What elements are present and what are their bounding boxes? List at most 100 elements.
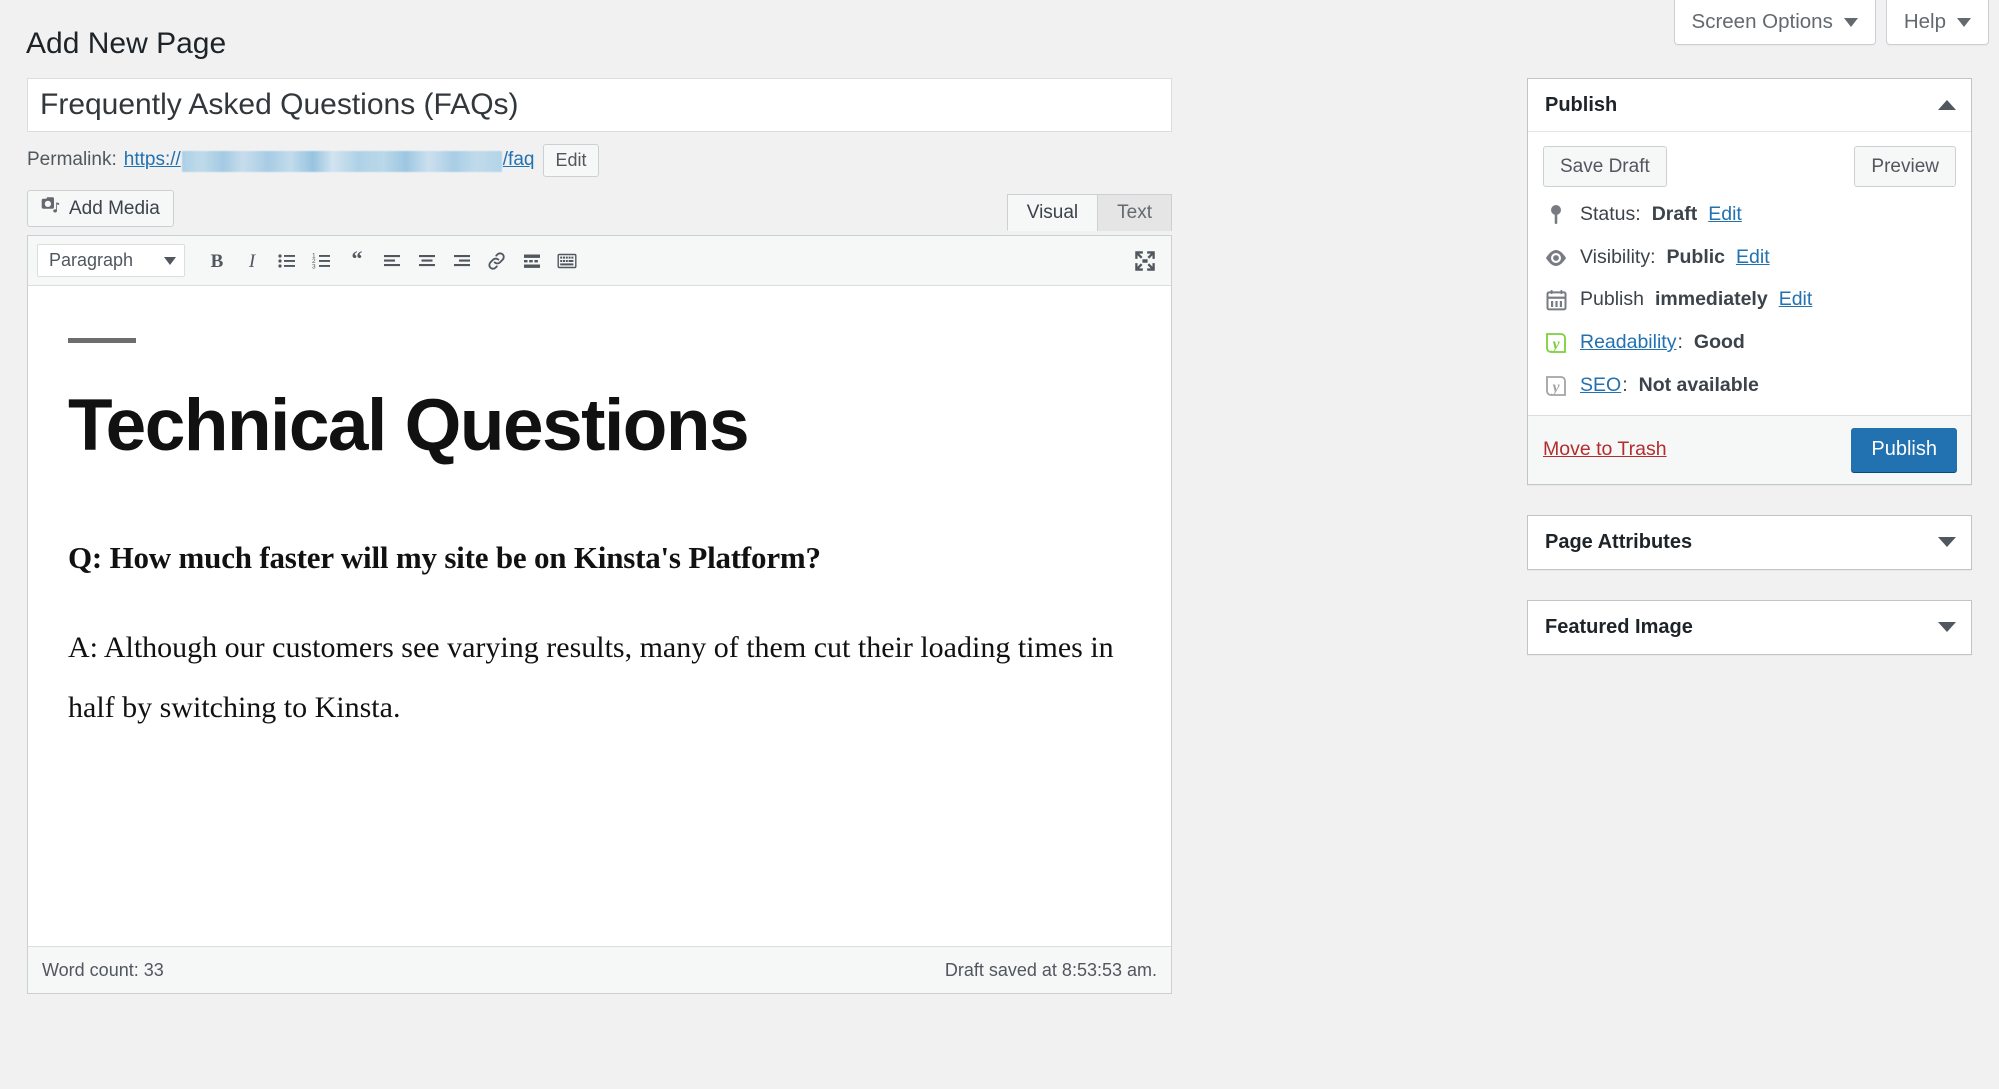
svg-text:3: 3 — [312, 263, 316, 270]
chevron-down-icon — [164, 256, 176, 265]
help-label: Help — [1903, 10, 1946, 33]
pin-icon — [1543, 203, 1569, 227]
permalink-slug: /faq — [502, 149, 535, 170]
yoast-seo-icon: y — [1543, 374, 1569, 398]
status-label: Status: — [1580, 203, 1641, 226]
keyboard-shortcuts-button[interactable] — [549, 243, 584, 278]
media-buttons-row: Add Media Visual Text — [27, 190, 1172, 231]
screen-options-label: Screen Options — [1691, 10, 1833, 33]
svg-text:B: B — [210, 251, 223, 272]
permalink-label: Permalink: — [27, 149, 117, 170]
publish-time-row: Publish immediately Edit — [1543, 288, 1956, 311]
align-left-button[interactable] — [374, 243, 409, 278]
fullscreen-button[interactable] — [1127, 243, 1162, 278]
readability-value: Good — [1693, 331, 1745, 354]
status-value: Draft — [1651, 203, 1698, 226]
add-media-label: Add Media — [69, 197, 160, 219]
edit-status-link[interactable]: Edit — [1708, 203, 1742, 226]
page-title: Add New Page — [26, 27, 227, 60]
permalink-protocol: https:// — [123, 149, 181, 170]
camera-music-icon — [39, 196, 60, 221]
svg-text:y: y — [1550, 379, 1560, 396]
featured-image-header[interactable]: Featured Image — [1528, 601, 1971, 654]
page-attributes-title: Page Attributes — [1545, 530, 1693, 553]
content-answer: A: Although our customers see varying re… — [68, 630, 1114, 724]
add-media-button[interactable]: Add Media — [27, 190, 174, 227]
publish-panel-title: Publish — [1545, 93, 1618, 116]
publish-panel-header[interactable]: Publish — [1528, 79, 1971, 132]
page-attributes-header[interactable]: Page Attributes — [1528, 516, 1971, 569]
post-title-input[interactable] — [27, 78, 1172, 132]
readability-separator: : — [1677, 331, 1683, 354]
visibility-row: Visibility: Public Edit — [1543, 246, 1956, 269]
content-question: Q: How much faster will my site be on Ki… — [68, 539, 821, 575]
publish-time-label: Publish — [1580, 288, 1644, 311]
permalink-link[interactable]: https:// /faq — [123, 149, 535, 172]
featured-image-title: Featured Image — [1545, 615, 1693, 638]
numbered-list-button[interactable]: 1 2 3 — [304, 243, 339, 278]
yoast-readability-icon: y — [1543, 331, 1569, 355]
publish-panel-body: Save Draft Preview Status: Draft Edit Vi… — [1528, 132, 1971, 415]
chevron-down-icon — [1843, 17, 1858, 27]
seo-value: Not available — [1638, 374, 1759, 397]
page-attributes-panel: Page Attributes — [1527, 514, 1972, 570]
edit-publish-time-link[interactable]: Edit — [1779, 288, 1813, 311]
seo-separator: : — [1622, 374, 1628, 397]
sidebar: Publish Save Draft Preview Status: Draft… — [1527, 78, 1972, 685]
permalink-row: Permalink: https:// /faq Edit — [27, 143, 1172, 177]
edit-visibility-link[interactable]: Edit — [1736, 246, 1770, 269]
svg-text:“: “ — [351, 250, 362, 271]
bold-button[interactable]: B — [199, 243, 234, 278]
calendar-icon — [1543, 289, 1569, 312]
eye-icon — [1543, 249, 1569, 267]
publish-actions-row: Save Draft Preview — [1543, 146, 1956, 187]
format-select[interactable]: Paragraph — [37, 244, 185, 277]
publish-time-value: immediately — [1654, 288, 1768, 311]
status-row: Status: Draft Edit — [1543, 203, 1956, 227]
preview-button[interactable]: Preview — [1854, 146, 1956, 187]
word-count: Word count: 33 — [42, 959, 164, 980]
screen-options-button[interactable]: Screen Options — [1673, 0, 1876, 45]
publish-button[interactable]: Publish — [1851, 427, 1957, 472]
bulleted-list-button[interactable] — [269, 243, 304, 278]
readability-row: y Readability : Good — [1543, 331, 1956, 355]
editor-container: Paragraph B I 1 2 3 “ Technical Question… — [27, 235, 1172, 994]
tab-visual[interactable]: Visual — [1006, 194, 1099, 231]
screen-meta-bar: Screen Options Help — [1673, 0, 1999, 45]
publish-panel-footer: Move to Trash Publish — [1528, 414, 1971, 484]
save-draft-button[interactable]: Save Draft — [1543, 146, 1667, 187]
chevron-down-icon[interactable] — [1938, 537, 1956, 548]
align-right-button[interactable] — [444, 243, 479, 278]
read-more-button[interactable] — [514, 243, 549, 278]
move-to-trash-link[interactable]: Move to Trash — [1543, 438, 1667, 461]
draft-saved-status: Draft saved at 8:53:53 am. — [944, 959, 1157, 980]
blockquote-button[interactable]: “ — [339, 243, 374, 278]
content-divider — [68, 338, 136, 343]
chevron-up-icon[interactable] — [1938, 100, 1956, 110]
editor-toolbar: Paragraph B I 1 2 3 “ — [28, 236, 1171, 286]
editor-mode-tabs: Visual Text — [1006, 194, 1172, 231]
format-select-value: Paragraph — [49, 250, 134, 270]
seo-link[interactable]: SEO — [1580, 374, 1621, 397]
post-body-content: Permalink: https:// /faq Edit Add Media … — [27, 78, 1172, 994]
chevron-down-icon[interactable] — [1938, 622, 1956, 633]
readability-link[interactable]: Readability — [1580, 331, 1676, 354]
edit-permalink-button[interactable]: Edit — [543, 143, 599, 177]
visibility-value: Public — [1666, 246, 1726, 268]
insert-link-button[interactable] — [479, 243, 514, 278]
italic-button[interactable]: I — [234, 243, 269, 278]
editor-status-bar: Word count: 33 Draft saved at 8:53:53 am… — [28, 946, 1171, 993]
svg-text:I: I — [247, 251, 256, 272]
chevron-down-icon — [1957, 17, 1971, 27]
editor-content-area[interactable]: Technical Questions Q: How much faster w… — [28, 286, 1171, 946]
featured-image-panel: Featured Image — [1527, 599, 1972, 655]
tab-text[interactable]: Text — [1097, 194, 1172, 231]
redacted-domain — [181, 150, 502, 172]
publish-panel: Publish Save Draft Preview Status: Draft… — [1527, 78, 1972, 485]
seo-row: y SEO : Not available — [1543, 374, 1956, 398]
align-center-button[interactable] — [409, 243, 444, 278]
help-button[interactable]: Help — [1885, 0, 1989, 45]
svg-text:y: y — [1550, 336, 1560, 353]
content-heading: Technical Questions — [68, 385, 750, 466]
visibility-label: Visibility: — [1580, 246, 1656, 268]
